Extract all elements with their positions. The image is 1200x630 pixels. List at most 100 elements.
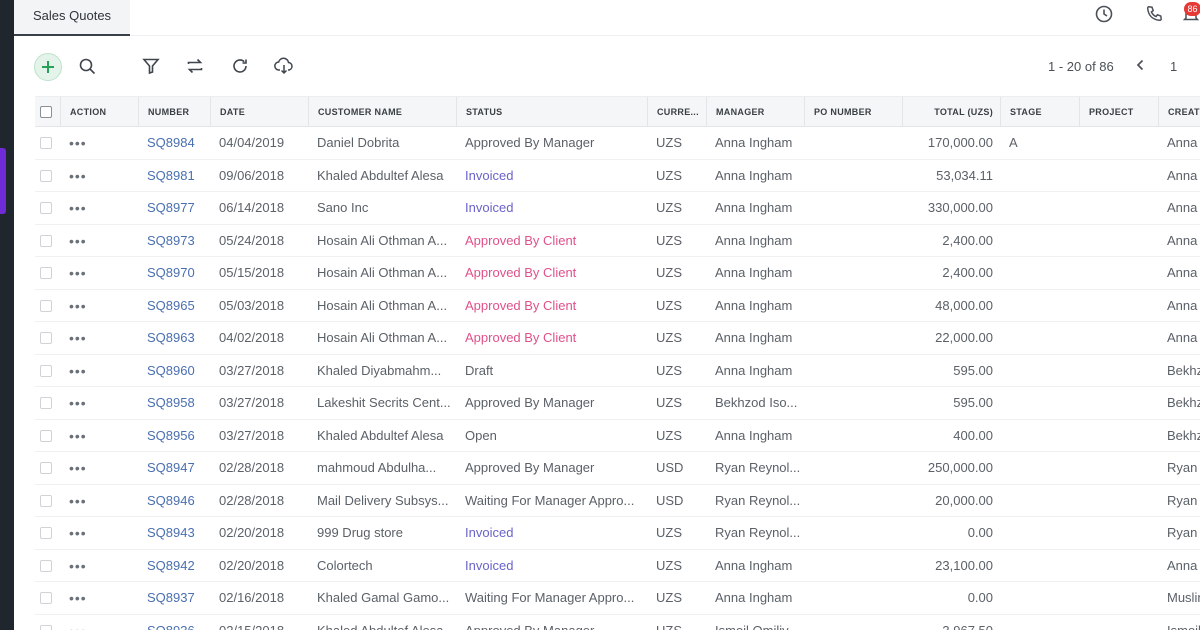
row-checkbox[interactable] [40,364,52,377]
table-row[interactable]: ••• SQ8958 03/27/2018 Lakeshit Secrits Cent… [35,387,1200,420]
row-checkbox[interactable] [40,559,52,572]
quote-number-link[interactable]: SQ8981 [138,160,210,192]
quote-number-link[interactable]: SQ8958 [138,387,210,419]
row-checkbox[interactable] [40,137,52,149]
table-row[interactable]: ••• SQ8960 03/27/2018 Khaled Diyabmahm... Dr… [35,354,1200,387]
table-row[interactable]: ••• SQ8947 02/28/2018 mahmoud Abdulha... App… [35,452,1200,485]
total-amount: 595.00 [953,362,993,378]
search-icon[interactable] [73,52,101,80]
row-checkbox[interactable] [40,397,52,409]
table-row[interactable]: ••• SQ8963 04/02/2018 Hosain Ali Othman A..… [35,322,1200,355]
table-row[interactable]: ••• SQ8981 09/06/2018 Khaled Abdultef Alesa… [35,159,1200,192]
quote-number-link[interactable]: SQ8942 [138,550,210,582]
phone-icon[interactable] [1143,3,1165,25]
manager-name: Anna Ingham [715,590,793,605]
row-actions-menu-icon[interactable]: ••• [60,355,138,387]
quote-number-link[interactable]: SQ8956 [138,420,210,452]
table-row[interactable]: ••• SQ8977 06/14/2018 Sano Inc Invoiced UZS An… [35,192,1200,225]
row-checkbox[interactable] [40,429,52,442]
col-date[interactable]: DATE [210,97,308,127]
row-actions-menu-icon[interactable]: ••• [60,192,138,224]
status-text: Draft [465,362,494,378]
row-checkbox[interactable] [40,299,52,312]
row-actions-menu-icon[interactable]: ••• [60,420,138,452]
table-row[interactable]: ••• SQ8973 05/24/2018 Hosain Ali Othman A..… [35,224,1200,257]
col-status[interactable]: STATUS [456,97,647,127]
col-created[interactable]: CREATE [1158,97,1200,127]
row-checkbox[interactable] [40,332,52,344]
row-actions-menu-icon[interactable]: ••• [60,517,138,549]
quote-number-link[interactable]: SQ8947 [138,452,210,484]
quote-number-link[interactable]: SQ8936 [138,615,210,630]
quote-number-link[interactable]: SQ8946 [138,485,210,517]
quote-number-link[interactable]: SQ8960 [138,355,210,387]
add-quote-button[interactable] [34,53,62,81]
quote-number-link[interactable]: SQ8970 [138,257,210,289]
row-actions-menu-icon[interactable]: ••• [60,225,138,257]
table-row[interactable]: ••• SQ8984 04/04/2019 Daniel Dobrita Approve… [35,127,1200,160]
swap-icon[interactable] [181,52,209,80]
col-project[interactable]: PROJECT [1079,97,1158,127]
table-row[interactable]: ••• SQ8946 02/28/2018 Mail Delivery Subsys.… [35,484,1200,517]
row-actions-menu-icon[interactable]: ••• [60,452,138,484]
row-checkbox[interactable] [40,234,52,247]
col-manager[interactable]: MANAGER [706,97,804,127]
total-amount: 22,000.00 [935,330,993,345]
previous-page-icon[interactable] [1134,55,1150,75]
col-stage[interactable]: STAGE [1000,97,1079,127]
quote-number-link[interactable]: SQ8937 [138,582,210,614]
table-row[interactable]: ••• SQ8970 05/15/2018 Hosain Ali Othman A..… [35,257,1200,290]
quote-number-link[interactable]: SQ8973 [138,225,210,257]
row-checkbox[interactable] [40,169,52,182]
row-checkbox[interactable] [40,592,52,604]
quote-number-link[interactable]: SQ8984 [138,127,210,159]
row-checkbox[interactable] [40,202,52,214]
row-actions-menu-icon[interactable]: ••• [60,257,138,289]
total-amount: 48,000.00 [935,297,993,313]
currency-code: UZS [656,362,682,378]
row-actions-menu-icon[interactable]: ••• [60,485,138,517]
tab-sales-quotes[interactable]: Sales Quotes [14,0,130,36]
row-actions-menu-icon[interactable]: ••• [60,582,138,614]
table-row[interactable]: ••• SQ8937 02/16/2018 Khaled Gamal Gamo... W… [35,582,1200,615]
col-action[interactable]: ACTION [60,97,138,127]
quote-number-link[interactable]: SQ8977 [138,192,210,224]
quote-date: 02/28/2018 [219,460,285,475]
row-actions-menu-icon[interactable]: ••• [60,160,138,192]
row-actions-menu-icon[interactable]: ••• [60,322,138,354]
table-row[interactable]: ••• SQ8956 03/27/2018 Khaled Abdultef Alesa… [35,419,1200,452]
col-currency[interactable]: CURRE... [647,97,706,127]
row-checkbox[interactable] [40,624,52,630]
manager-name: Anna Ingham [715,135,793,150]
row-actions-menu-icon[interactable]: ••• [60,290,138,322]
row-checkbox[interactable] [40,527,52,539]
row-checkbox[interactable] [40,267,52,279]
refresh-icon[interactable] [226,52,254,80]
table-row[interactable]: ••• SQ8942 02/20/2018 Colortech Invoiced UZS A… [35,549,1200,582]
col-customer-name[interactable]: CUSTOMER NAME [308,97,456,127]
quote-number-link[interactable]: SQ8963 [138,322,210,354]
col-number[interactable]: NUMBER [138,97,210,127]
row-actions-menu-icon[interactable]: ••• [60,127,138,159]
quote-number-link[interactable]: SQ8965 [138,290,210,322]
select-all-checkbox[interactable] [40,106,52,118]
table-row[interactable]: •••SQ8936 02/15/2018 Khaled Abdultef Alesa… [35,614,1200,630]
row-actions-menu-icon[interactable]: ••• [60,387,138,419]
row-checkbox[interactable] [40,462,52,474]
table-row[interactable]: ••• SQ8943 02/20/2018 999 Drug store Invoice… [35,517,1200,550]
history-clock-icon[interactable] [1093,3,1115,25]
cloud-download-icon[interactable] [270,52,298,80]
current-page-number[interactable]: 1 [1170,59,1177,74]
col-total[interactable]: TOTAL (UZS) [902,97,1000,127]
filter-icon[interactable] [137,52,165,80]
col-po-number[interactable]: PO NUMBER [804,97,902,127]
row-actions-menu-icon[interactable]: ••• [60,550,138,582]
row-actions-menu-icon[interactable]: ••• [60,615,138,630]
customer-name: Colortech [317,557,373,573]
row-checkbox[interactable] [40,494,52,507]
manager-name: Bekhzod Iso... [715,395,798,410]
table-row[interactable]: ••• SQ8965 05/03/2018 Hosain Ali Othman A..… [35,289,1200,322]
created-by: Ryan R [1167,525,1200,540]
quote-number-link[interactable]: SQ8943 [138,517,210,549]
stage-value [1000,485,1079,517]
